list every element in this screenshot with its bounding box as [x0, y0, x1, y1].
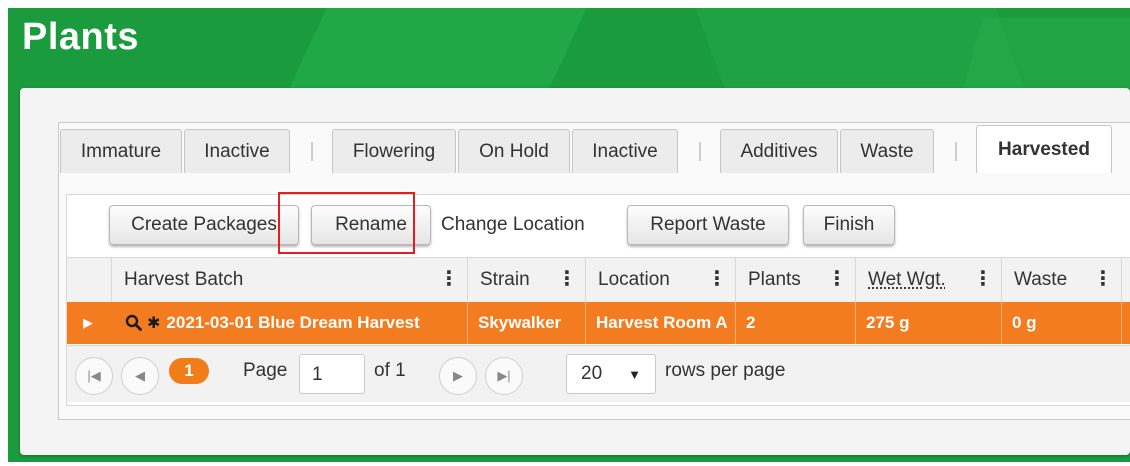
column-header-waste[interactable]: Waste ⋮ — [1001, 258, 1121, 302]
waste-cell: 0 g — [1001, 302, 1121, 344]
column-header-label: Waste — [1014, 269, 1068, 290]
last-page-icon[interactable]: ▶| — [485, 357, 523, 395]
tab-waste[interactable]: Waste — [840, 129, 934, 173]
rename-highlight-box — [278, 192, 415, 254]
asterisk-icon: ✱ — [147, 315, 161, 332]
harvest-batch-name: 2021-03-01 Blue Dream Harvest — [166, 313, 420, 332]
column-menu-icon[interactable]: ⋮ — [827, 269, 847, 289]
previous-page-icon[interactable]: ◀ — [121, 357, 159, 395]
tab-bar: Immature Inactive | Flowering On Hold In… — [60, 125, 1130, 173]
column-menu-icon[interactable]: ⋮ — [439, 269, 459, 289]
finish-button[interactable]: Finish — [803, 205, 895, 245]
tab-immature[interactable]: Immature — [60, 129, 182, 173]
harvest-batch-cell: ✱ 2021-03-01 Blue Dream Harvest — [111, 302, 467, 344]
column-menu-icon[interactable]: ⋮ — [707, 269, 727, 289]
page-title: Plants — [22, 16, 140, 58]
wet-weight-cell: 275 g — [855, 302, 1001, 344]
tab-inactive-immature[interactable]: Inactive — [184, 129, 290, 173]
tab-flowering[interactable]: Flowering — [332, 129, 456, 173]
tab-harvested[interactable]: Harvested — [976, 125, 1112, 173]
tab-separator: | — [697, 139, 703, 162]
report-waste-button[interactable]: Report Waste — [627, 205, 789, 245]
strain-cell: Skywalker — [467, 302, 585, 344]
column-header-wet-weight[interactable]: Wet Wgt. ⋮ — [855, 258, 1001, 302]
main-card: Immature Inactive | Flowering On Hold In… — [20, 88, 1130, 455]
create-packages-button[interactable]: Create Packages — [109, 205, 299, 245]
plants-cell: 2 — [735, 302, 855, 344]
rows-per-page-label: rows per page — [665, 360, 786, 381]
column-menu-icon[interactable]: ⋮ — [557, 269, 577, 289]
current-page-badge[interactable]: 1 — [169, 358, 209, 384]
column-header-strain[interactable]: Strain ⋮ — [467, 258, 585, 302]
location-cell: Harvest Room A — [585, 302, 735, 344]
page-input[interactable]: 1 — [299, 354, 365, 394]
page-label: Page — [243, 360, 288, 381]
column-header-plants[interactable]: Plants ⋮ — [735, 258, 855, 302]
tab-separator: | — [309, 139, 315, 162]
harvested-tab-content: Create Packages Rename Change Location R… — [66, 194, 1130, 406]
column-header-total[interactable]: T — [1121, 258, 1130, 302]
next-page-icon[interactable]: ▶ — [439, 357, 477, 395]
table-row[interactable]: ▶ ✱ 2021-03-01 Blue Dream Harvest Skywal… — [67, 302, 1130, 344]
column-header-label: Harvest Batch — [124, 269, 244, 290]
search-icon[interactable] — [125, 314, 143, 332]
column-header-label: Wet Wgt. — [868, 269, 946, 290]
chevron-down-icon: ▼ — [628, 367, 641, 382]
column-header-location[interactable]: Location ⋮ — [585, 258, 735, 302]
column-menu-icon[interactable]: ⋮ — [973, 269, 993, 289]
page-size-select[interactable]: 20 ▼ — [566, 354, 656, 394]
tab-on-hold[interactable]: On Hold — [458, 129, 570, 173]
column-header-harvest-batch[interactable]: Harvest Batch ⋮ — [111, 258, 467, 302]
tab-inactive-flowering[interactable]: Inactive — [572, 129, 678, 173]
page-count-label: of 1 — [374, 360, 406, 381]
grid-pager: |◀ ◀ 1 Page 1 of 1 ▶ ▶| 20 ▼ rows per pa… — [67, 345, 1130, 402]
total-cell: 0 — [1121, 302, 1130, 344]
column-header-label: Strain — [480, 269, 530, 290]
page-size-value: 20 — [581, 363, 603, 384]
change-location-button[interactable]: Change Location — [441, 205, 585, 245]
column-menu-icon[interactable]: ⋮ — [1093, 269, 1113, 289]
tab-additives[interactable]: Additives — [720, 129, 838, 173]
first-page-icon[interactable]: |◀ — [75, 357, 113, 395]
column-header-label: Plants — [748, 269, 801, 290]
grid-header: Harvest Batch ⋮ Strain ⋮ Location ⋮ Plan… — [67, 257, 1130, 303]
column-header-label: Location — [598, 269, 670, 290]
page-header-banner: Plants Immature Inactive | Flowering On … — [8, 8, 1130, 462]
tab-separator: | — [953, 139, 959, 162]
expand-row-icon[interactable]: ▶ — [67, 302, 111, 344]
